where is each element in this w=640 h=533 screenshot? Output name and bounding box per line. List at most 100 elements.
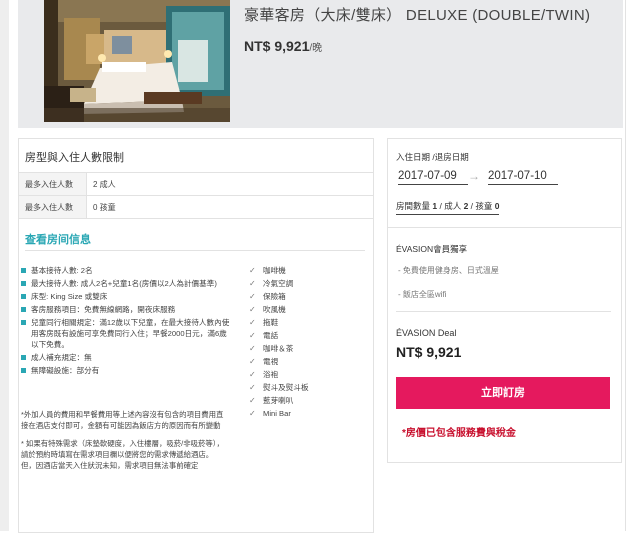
feature-text: 客房服務項目：免費無線網路，開夜床服務: [31, 305, 176, 314]
arrow-right-icon: →: [468, 169, 480, 183]
amenity-text: 電話: [263, 331, 279, 340]
check-icon: ✓: [249, 292, 256, 301]
page: 豪華客房（大床/雙床） DELUXE (DOUBLE/TWIN) NT$ 9,9…: [0, 0, 640, 533]
list-item: 客房服務項目：免費無線網路，開夜床服務: [21, 304, 233, 315]
list-item: 基本接待人數: 2名: [21, 265, 233, 276]
list-item: 最大接待人數: 成人2名+兒童1名(房價以2人為計價基準): [21, 278, 233, 289]
list-item: ✓ 冷氣空調: [249, 278, 369, 289]
room-header: 豪華客房（大床/雙床） DELUXE (DOUBLE/TWIN) NT$ 9,9…: [18, 0, 623, 128]
deal-label: ÉVASION Deal: [396, 328, 457, 338]
room-photo-image: [44, 0, 230, 122]
amenity-text: 咖啡機: [263, 266, 286, 275]
room-photo: [44, 0, 230, 122]
list-item: 成人補充規定：無: [21, 352, 233, 363]
list-item: ✓ 拖鞋: [249, 317, 369, 328]
list-item: ✓ 咖啡＆茶: [249, 343, 369, 354]
dates-label: 入住日期 /退房日期: [396, 152, 469, 162]
checkout-date-field[interactable]: 2017-07-10: [488, 170, 558, 185]
feature-list: 基本接待人數: 2名 最大接待人數: 成人2名+兒童1名(房價以2人為計價基準)…: [21, 265, 233, 378]
feature-text: 無障礙設施：部分有: [31, 366, 100, 375]
amenity-text: 拖鞋: [263, 318, 279, 327]
amenity-text: 浴袍: [263, 370, 279, 379]
amenity-text: 電視: [263, 357, 279, 366]
list-item: ✓ 熨斗及熨斗板: [249, 382, 369, 393]
list-item: 無障礙設施：部分有: [21, 365, 233, 376]
amenity-text: 冷氣空調: [263, 279, 294, 288]
children-count: 0: [494, 201, 500, 211]
deal-price: NT$ 9,921: [396, 344, 462, 360]
check-icon: ✓: [249, 383, 256, 392]
bullet-square-icon: [21, 268, 26, 273]
amenity-list: ✓ 咖啡機 ✓ 冷氣空調 ✓ 保險箱 ✓ 吹風機 ✓ 拖鞋 ✓ 電話 ✓ 咖啡＆茶 ✓ 電視 ✓…: [249, 265, 369, 421]
booking-panel: 入住日期 /退房日期 2017-07-09 → 2017-07-10 房間數量 …: [387, 138, 622, 463]
occupancy-table: 最多入住人數 2 成人 最多入住人數 0 孩童: [19, 172, 373, 219]
feature-text: 床型: King Size 或雙床: [31, 292, 108, 301]
list-item: ✓ Mini Bar: [249, 408, 369, 419]
booking-notes: *外加人員的費用和早餐費用等上述內容沒有包含的項目費用直接在酒店支付即可，金額有…: [21, 409, 226, 478]
list-item: ✓ 浴袍: [249, 369, 369, 380]
left-edge: [0, 0, 9, 531]
rooms-prefix: 房間數量: [396, 201, 433, 211]
check-icon: ✓: [249, 279, 256, 288]
amenity-text: 咖啡＆茶: [263, 344, 294, 353]
occupancy-section-title: 房型與入住人數限制: [25, 152, 124, 164]
list-item: ✓ 保險箱: [249, 291, 369, 302]
bullet-square-icon: [21, 320, 26, 325]
member-perk-item: - 飯店全區wifi: [398, 290, 447, 299]
check-icon: ✓: [249, 409, 256, 418]
amenity-text: 熨斗及熨斗板: [263, 383, 309, 392]
children-prefix: / 孩童: [468, 201, 495, 211]
room-details-panel: 房型與入住人數限制 最多入住人數 2 成人 最多入住人數 0 孩童 查看房间信息…: [18, 138, 374, 533]
amenity-text: 吹風機: [263, 305, 286, 314]
guest-selector[interactable]: 房間數量 1 / 成人 2 / 孩童 0: [396, 200, 500, 215]
occupancy-label: 最多入住人數: [19, 195, 87, 219]
list-item: 床型: King Size 或雙床: [21, 291, 233, 302]
check-icon: ✓: [249, 331, 256, 340]
divider: [388, 227, 621, 228]
bullet-square-icon: [21, 294, 26, 299]
member-perk-item: - 免費使用健身房、日式溫屋: [398, 266, 499, 275]
list-item: ✓ 咖啡機: [249, 265, 369, 276]
list-item: ✓ 電視: [249, 356, 369, 367]
occupancy-label: 最多入住人數: [19, 172, 87, 196]
room-title: 豪華客房（大床/雙床） DELUXE (DOUBLE/TWIN): [244, 7, 591, 24]
check-icon: ✓: [249, 344, 256, 353]
bullet-square-icon: [21, 307, 26, 312]
tax-note: *房價已包含服務費與稅金: [402, 428, 516, 439]
bullet-square-icon: [21, 355, 26, 360]
room-price-unit: /晚: [309, 43, 323, 54]
table-row: 最多入住人數 0 孩童: [19, 195, 373, 219]
feature-text: 兒童同行相關規定：滿12歲以下兒童，在最大接待人數內使用客房既有設施可享免費同行…: [31, 318, 230, 349]
list-item: ✓ 藍芽喇叭: [249, 395, 369, 406]
check-icon: ✓: [249, 396, 256, 405]
table-row: 最多入住人數 2 成人: [19, 172, 373, 196]
amenity-text: 藍芽喇叭: [263, 396, 294, 405]
room-price: NT$ 9,921/晚: [244, 38, 322, 54]
note-text: *外加人員的費用和早餐費用等上述內容沒有包含的項目費用直接在酒店支付即可，金額有…: [21, 410, 224, 430]
room-price-value: NT$ 9,921: [244, 38, 310, 54]
checkin-date-field[interactable]: 2017-07-09: [398, 170, 468, 185]
list-item: 兒童同行相關規定：滿12歲以下兒童，在最大接待人數內使用客房既有設施可享免費同行…: [21, 317, 233, 350]
note-text: * 如果有特殊需求（床墊軟硬度，入住樓層，吸菸/非吸菸等），請於預約時填寫在需求…: [21, 439, 224, 470]
check-icon: ✓: [249, 318, 256, 327]
occupancy-value: 2 成人: [86, 172, 373, 196]
feature-text: 最大接待人數: 成人2名+兒童1名(房價以2人為計價基準): [31, 279, 217, 288]
list-item: ✓ 電話: [249, 330, 369, 341]
check-icon: ✓: [249, 305, 256, 314]
feature-text: 基本接待人數: 2名: [31, 266, 93, 275]
adults-prefix: / 成人: [437, 201, 464, 211]
divider: [25, 250, 365, 251]
occupancy-value: 0 孩童: [86, 195, 373, 219]
check-icon: ✓: [249, 370, 256, 379]
list-item: ✓ 吹風機: [249, 304, 369, 315]
check-icon: ✓: [249, 266, 256, 275]
book-now-button[interactable]: 立即訂房: [396, 377, 610, 409]
check-icon: ✓: [249, 357, 256, 366]
feature-text: 成人補充規定：無: [31, 353, 92, 362]
bullet-square-icon: [21, 281, 26, 286]
right-edge: [625, 0, 640, 531]
divider: [396, 311, 611, 312]
amenity-text: Mini Bar: [263, 409, 291, 418]
member-perk-title: ÉVASION會員獨享: [396, 244, 468, 254]
room-info-link[interactable]: 查看房间信息: [25, 231, 91, 247]
